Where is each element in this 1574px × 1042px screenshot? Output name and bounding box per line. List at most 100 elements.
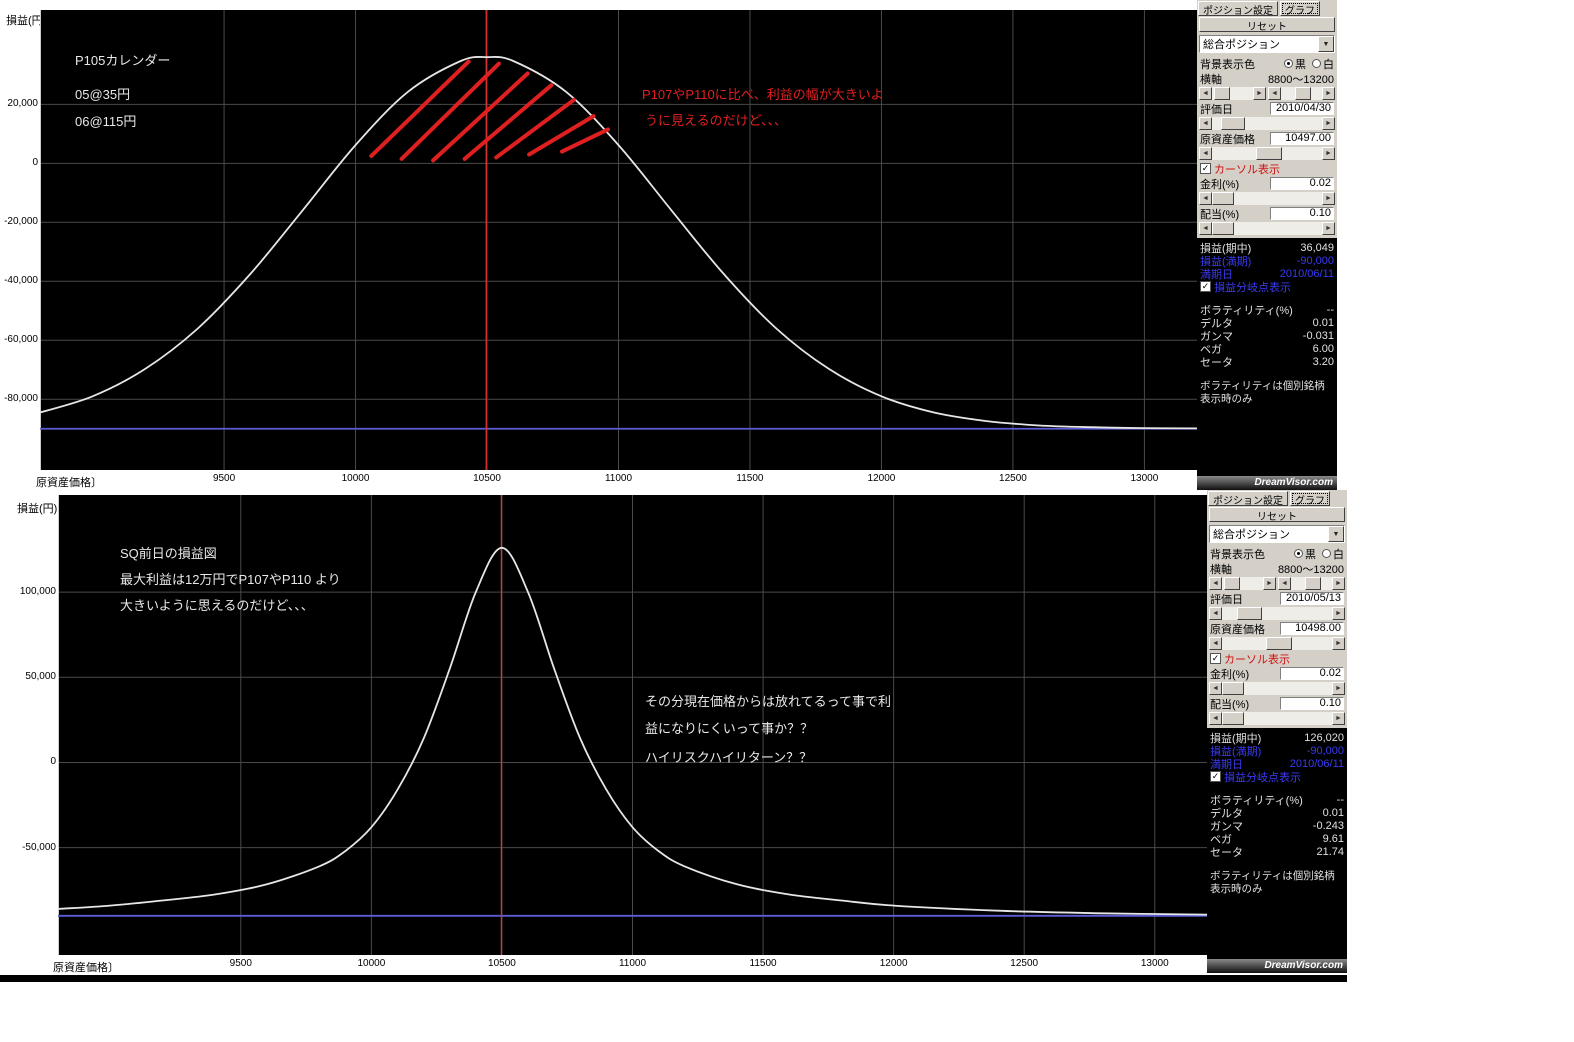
tab-position-settings[interactable]: ポジション設定 bbox=[1198, 1, 1278, 16]
scroll-right-icon[interactable]: ► bbox=[1332, 577, 1345, 590]
scroll-right-icon[interactable]: ► bbox=[1332, 682, 1345, 695]
haxis-max-scrollbar[interactable]: ◄ ► bbox=[1278, 577, 1345, 590]
dividend-scrollbar[interactable]: ◄ ► bbox=[1209, 712, 1345, 725]
dividend-value[interactable]: 0.10 bbox=[1270, 207, 1334, 220]
scroll-right-icon[interactable]: ► bbox=[1322, 192, 1335, 205]
tab-graph[interactable]: グラフ bbox=[1290, 491, 1330, 506]
haxis-min-scrollbar[interactable]: ◄ ► bbox=[1209, 577, 1276, 590]
scroll-right-icon[interactable]: ► bbox=[1322, 147, 1335, 160]
profit-loss-chart[interactable]: P105カレンダー05@35円06@115円P107やP110に比べ、利益の幅が… bbox=[40, 10, 1197, 470]
scrollbar-thumb[interactable] bbox=[1212, 222, 1234, 235]
scroll-left-icon[interactable]: ◄ bbox=[1268, 87, 1281, 100]
eval-date-scrollbar[interactable]: ◄ ► bbox=[1199, 117, 1335, 130]
bg-black-radio[interactable]: 黒 bbox=[1294, 546, 1316, 562]
scroll-left-icon[interactable]: ◄ bbox=[1199, 87, 1212, 100]
chevron-down-icon[interactable]: ▼ bbox=[1318, 36, 1334, 52]
scrollbar-thumb[interactable] bbox=[1214, 87, 1230, 100]
chart-annotation: うに見えるのだけど、、、 bbox=[645, 110, 787, 129]
reset-button[interactable]: リセット bbox=[1199, 17, 1335, 32]
scrollbar-thumb[interactable] bbox=[1295, 87, 1311, 100]
scroll-right-icon[interactable]: ► bbox=[1332, 607, 1345, 620]
interest-rate-value[interactable]: 0.02 bbox=[1270, 177, 1334, 190]
bg-black-radio[interactable]: 黒 bbox=[1284, 56, 1306, 72]
scrollbar-thumb[interactable] bbox=[1224, 577, 1240, 590]
breakeven-checkbox[interactable]: ✓ bbox=[1210, 771, 1221, 782]
scrollbar-thumb[interactable] bbox=[1222, 712, 1244, 725]
position-select[interactable]: 総合ポジション ▼ bbox=[1209, 525, 1345, 543]
haxis-min-scrollbar[interactable]: ◄ ► bbox=[1199, 87, 1266, 100]
scrollbar-thumb[interactable] bbox=[1256, 147, 1282, 160]
scrollbar-track[interactable] bbox=[1222, 577, 1263, 590]
scrollbar-track[interactable] bbox=[1222, 712, 1332, 725]
scrollbar-thumb[interactable] bbox=[1221, 117, 1245, 130]
scrollbar-track[interactable] bbox=[1222, 682, 1332, 695]
scroll-left-icon[interactable]: ◄ bbox=[1209, 637, 1222, 650]
underlying-price-scrollbar[interactable]: ◄ ► bbox=[1199, 147, 1335, 160]
scroll-left-icon[interactable]: ◄ bbox=[1199, 192, 1212, 205]
cursor-display-checkbox[interactable]: ✓ bbox=[1210, 653, 1221, 664]
scrollbar-track[interactable] bbox=[1222, 637, 1332, 650]
interest-rate-scrollbar[interactable]: ◄ ► bbox=[1209, 682, 1345, 695]
scroll-left-icon[interactable]: ◄ bbox=[1199, 147, 1212, 160]
eval-date-value[interactable]: 2010/04/30 bbox=[1270, 102, 1334, 115]
cursor-display-checkbox[interactable]: ✓ bbox=[1200, 163, 1211, 174]
dividend-value[interactable]: 0.10 bbox=[1280, 697, 1344, 710]
underlying-price-scrollbar[interactable]: ◄ ► bbox=[1209, 637, 1345, 650]
scroll-left-icon[interactable]: ◄ bbox=[1199, 222, 1212, 235]
y-tick-label: 0 bbox=[10, 756, 56, 767]
scroll-right-icon[interactable]: ► bbox=[1263, 577, 1276, 590]
bg-white-label: 白 bbox=[1333, 546, 1344, 562]
reset-button[interactable]: リセット bbox=[1209, 507, 1345, 522]
underlying-price-value[interactable]: 10497.00 bbox=[1270, 132, 1334, 145]
x-tick-label: 13000 bbox=[1127, 958, 1183, 969]
scroll-right-icon[interactable]: ► bbox=[1322, 117, 1335, 130]
scrollbar-track[interactable] bbox=[1212, 87, 1253, 100]
chart-annotation: P105カレンダー bbox=[75, 50, 170, 69]
interest-rate-scrollbar[interactable]: ◄ ► bbox=[1199, 192, 1335, 205]
scroll-right-icon[interactable]: ► bbox=[1332, 712, 1345, 725]
breakeven-checkbox[interactable]: ✓ bbox=[1200, 281, 1211, 292]
scrollbar-thumb[interactable] bbox=[1222, 682, 1244, 695]
tab-graph[interactable]: グラフ bbox=[1280, 1, 1320, 16]
eval-date-value[interactable]: 2010/05/13 bbox=[1280, 592, 1344, 605]
scrollbar-track[interactable] bbox=[1212, 222, 1322, 235]
haxis-max-scrollbar[interactable]: ◄ ► bbox=[1268, 87, 1335, 100]
scroll-left-icon[interactable]: ◄ bbox=[1209, 577, 1222, 590]
scroll-left-icon[interactable]: ◄ bbox=[1209, 682, 1222, 695]
chevron-down-icon[interactable]: ▼ bbox=[1328, 526, 1344, 542]
bg-black-label: 黒 bbox=[1305, 546, 1316, 562]
chart-canvas bbox=[40, 10, 1197, 470]
scrollbar-thumb[interactable] bbox=[1305, 577, 1321, 590]
gamma-value: -0.031 bbox=[1303, 330, 1334, 342]
scrollbar-track[interactable] bbox=[1212, 192, 1322, 205]
scrollbar-thumb[interactable] bbox=[1266, 637, 1292, 650]
scrollbar-thumb[interactable] bbox=[1212, 192, 1234, 205]
scrollbar-track[interactable] bbox=[1281, 87, 1322, 100]
scrollbar-thumb[interactable] bbox=[1237, 607, 1261, 620]
volatility-note-line1: ボラティリティは個別銘柄 bbox=[1207, 868, 1347, 881]
scroll-right-icon[interactable]: ► bbox=[1322, 87, 1335, 100]
eval-date-scrollbar[interactable]: ◄ ► bbox=[1209, 607, 1345, 620]
scroll-right-icon[interactable]: ► bbox=[1322, 222, 1335, 235]
bg-white-radio[interactable]: 白 bbox=[1322, 546, 1344, 562]
dividend-scrollbar[interactable]: ◄ ► bbox=[1199, 222, 1335, 235]
profit-loss-chart[interactable]: SQ前日の損益図最大利益は12万円でP107やP110 より大きいように思えるの… bbox=[58, 495, 1207, 955]
scroll-left-icon[interactable]: ◄ bbox=[1209, 712, 1222, 725]
scroll-right-icon[interactable]: ► bbox=[1253, 87, 1266, 100]
scrollbar-track[interactable] bbox=[1222, 607, 1332, 620]
scroll-left-icon[interactable]: ◄ bbox=[1209, 607, 1222, 620]
bg-white-radio[interactable]: 白 bbox=[1312, 56, 1334, 72]
vega-value: 9.61 bbox=[1323, 833, 1344, 845]
scrollbar-track[interactable] bbox=[1212, 147, 1322, 160]
scroll-right-icon[interactable]: ► bbox=[1332, 637, 1345, 650]
scroll-left-icon[interactable]: ◄ bbox=[1199, 117, 1212, 130]
position-select[interactable]: 総合ポジション ▼ bbox=[1199, 35, 1335, 53]
scrollbar-track[interactable] bbox=[1291, 577, 1332, 590]
scroll-left-icon[interactable]: ◄ bbox=[1278, 577, 1291, 590]
tab-position-settings[interactable]: ポジション設定 bbox=[1208, 491, 1288, 506]
eval-date-label: 評価日 bbox=[1210, 591, 1243, 607]
radio-selected-icon bbox=[1294, 549, 1303, 558]
underlying-price-value[interactable]: 10498.00 bbox=[1280, 622, 1344, 635]
scrollbar-track[interactable] bbox=[1212, 117, 1322, 130]
interest-rate-value[interactable]: 0.02 bbox=[1280, 667, 1344, 680]
